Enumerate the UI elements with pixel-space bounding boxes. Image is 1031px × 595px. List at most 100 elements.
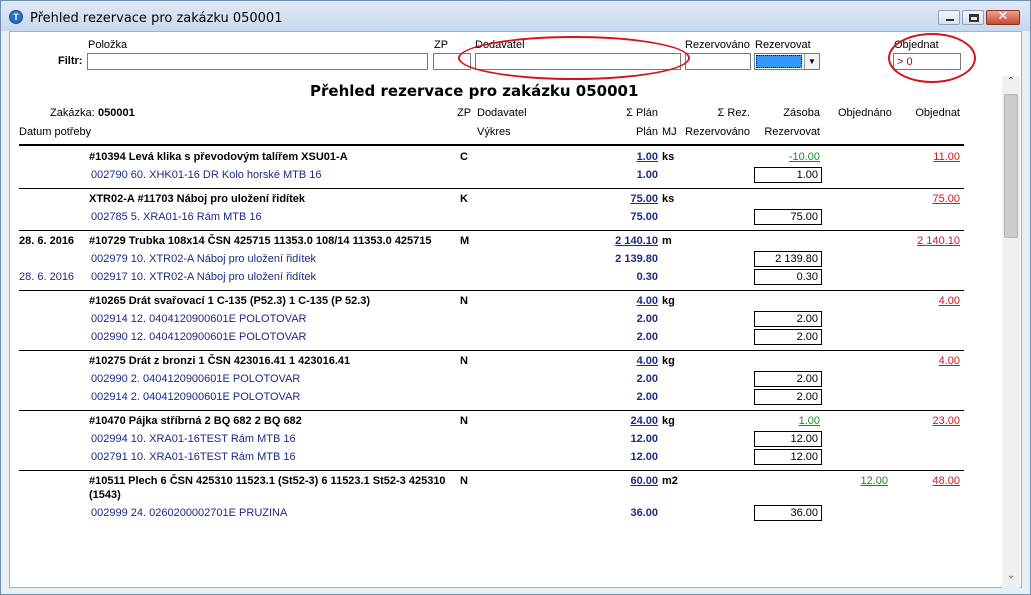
header-zasoba: Zásoba [783,107,820,119]
row-divider [19,290,964,291]
maximize-button[interactable] [962,10,984,25]
header-sigma-plan: Σ Plán [626,107,658,119]
rezervovat-input[interactable]: 2.00 [754,329,822,345]
item-plan-link[interactable]: 4.00 [590,295,658,307]
filter-col-polozka: Položka [88,39,128,51]
item-zp: M [460,235,470,247]
item-plan-link[interactable]: 2 140.10 [590,235,658,247]
filter-col-rezervovano: Rezervováno [685,39,750,51]
header-plan: Plán [635,126,658,138]
rezervovat-input[interactable]: 36.00 [754,505,822,521]
chevron-down-icon[interactable]: ▼ [804,54,819,69]
item-name: #10265 Drát svařovací 1 C-135 (P52.3) 1 … [89,295,371,307]
header-rezervovano: Rezervováno [685,126,750,138]
rezervovat-input[interactable]: 12.00 [754,449,822,465]
item-plan-link[interactable]: 1.00 [590,151,658,163]
item-name-cont: (1543) [89,489,121,501]
item-name: #10275 Drát z bronzi 1 ČSN 423016.41 1 4… [89,355,351,367]
header-rezervovat: Rezervovat [764,126,820,138]
rezervovat-input[interactable]: 12.00 [754,431,822,447]
rezervovat-input[interactable]: 75.00 [754,209,822,225]
item-mj: kg [662,415,675,427]
scroll-up-icon[interactable]: ⌃ [1002,76,1020,92]
sub-plan: 2.00 [636,331,658,343]
window: T Přehled rezervace pro zakázku 050001 ✕… [0,0,1031,595]
item-zp: C [460,151,468,163]
row-divider [19,350,964,351]
header-objednat: Objednat [915,107,960,119]
header-zp: ZP [457,107,472,119]
status-strip [9,588,1022,594]
filter-rezervovat-select[interactable]: ▼ [754,53,820,70]
minimize-icon [946,19,954,21]
row-divider [19,410,964,411]
item-zasoba-link[interactable]: 1.00 [750,415,820,427]
item-objednat-link[interactable]: 23.00 [890,415,960,427]
filter-polozka-input[interactable] [87,53,428,70]
scroll-thumb[interactable] [1004,94,1018,238]
minimize-button[interactable] [938,10,960,25]
sub-vykres: 002914 12. 0404120900601E POLOTOVAR [91,313,307,325]
rezervovat-input[interactable]: 2 139.80 [754,251,822,267]
item-objednano-link[interactable]: 12.00 [818,475,888,487]
rezervovat-input[interactable]: 0.30 [754,269,822,285]
sub-vykres: 002990 2. 0404120900601E POLOTOVAR [91,373,301,385]
rezervovat-input[interactable]: 2.00 [754,311,822,327]
item-plan-link[interactable]: 75.00 [590,193,658,205]
sub-vykres: 002791 10. XRA01-16TEST Rám MTB 16 [91,451,296,463]
item-name: #10394 Levá klika s převodovým talířem X… [89,151,348,163]
item-objednat-link[interactable]: 2 140.10 [890,235,960,247]
rezervovat-input[interactable]: 1.00 [754,167,822,183]
rezervovat-input[interactable]: 2.00 [754,389,822,405]
report-area: Položka ZP Dodavatel Rezervováno Rezervo… [9,31,1022,588]
item-plan-link[interactable]: 24.00 [590,415,658,427]
zakazka-value: 050001 [98,107,135,119]
item-objednat-link[interactable]: 4.00 [890,295,960,307]
sub-plan: 75.00 [630,211,658,223]
item-name: XTR02-A #11703 Náboj pro uložení řidítek [89,193,305,205]
item-plan-link[interactable]: 4.00 [590,355,658,367]
row-divider [19,230,964,231]
maximize-icon [969,14,979,22]
row-divider [19,188,964,189]
item-date: 28. 6. 2016 [19,235,75,247]
rezervovat-input[interactable]: 2.00 [754,371,822,387]
item-mj: kg [662,295,675,307]
sub-vykres: 002999 24. 0260200002701E PRUZINA [91,507,288,519]
sub-plan: 12.00 [630,433,658,445]
filter-rezervovat-selected [756,55,802,68]
item-objednat-link[interactable]: 11.00 [890,151,960,163]
header-vykres: Výkres [477,126,511,138]
item-objednat-link[interactable]: 75.00 [890,193,960,205]
close-button[interactable]: ✕ [986,9,1020,25]
sub-date: 28. 6. 2016 [19,271,75,283]
header-mj: MJ [662,126,677,138]
header-dodavatel: Dodavatel [477,107,527,119]
item-objednat-link[interactable]: 48.00 [890,475,960,487]
item-mj: ks [662,151,675,163]
header-datum: Datum potřeby [19,126,92,138]
sub-vykres: 002994 10. XRA01-16TEST Rám MTB 16 [91,433,296,445]
item-name: #10729 Trubka 108x14 ČSN 425715 11353.0 … [89,235,432,247]
item-objednat-link[interactable]: 4.00 [890,355,960,367]
header-sigma-rez: Σ Rez. [717,107,750,119]
item-zp: N [460,415,468,427]
filter-rezervovano-input[interactable] [685,53,751,70]
filter-label: Filtr: [58,55,83,67]
sub-plan: 0.30 [636,271,658,283]
sub-vykres: 002914 2. 0404120900601E POLOTOVAR [91,391,301,403]
sub-plan: 36.00 [630,507,658,519]
item-zp: N [460,295,468,307]
item-name: #10470 Pájka stříbrná 2 BQ 682 2 BQ 682 [89,415,302,427]
item-mj: kg [662,355,675,367]
sub-vykres: 002990 12. 0404120900601E POLOTOVAR [91,331,307,343]
sub-vykres: 002917 10. XTR02-A Náboj pro uložení řid… [91,271,317,283]
filter-col-rezervovat: Rezervovat [755,39,811,51]
report-title: Přehled rezervace pro zakázku 050001 [310,82,639,100]
item-zasoba-link[interactable]: -10.00 [750,151,820,163]
item-zp: K [460,193,468,205]
vertical-scrollbar[interactable]: ⌃ ⌄ [1002,76,1020,588]
red-annotation-ellipse-dodavatel [458,36,690,80]
item-plan-link[interactable]: 60.00 [590,475,658,487]
scroll-down-icon[interactable]: ⌄ [1002,570,1020,586]
